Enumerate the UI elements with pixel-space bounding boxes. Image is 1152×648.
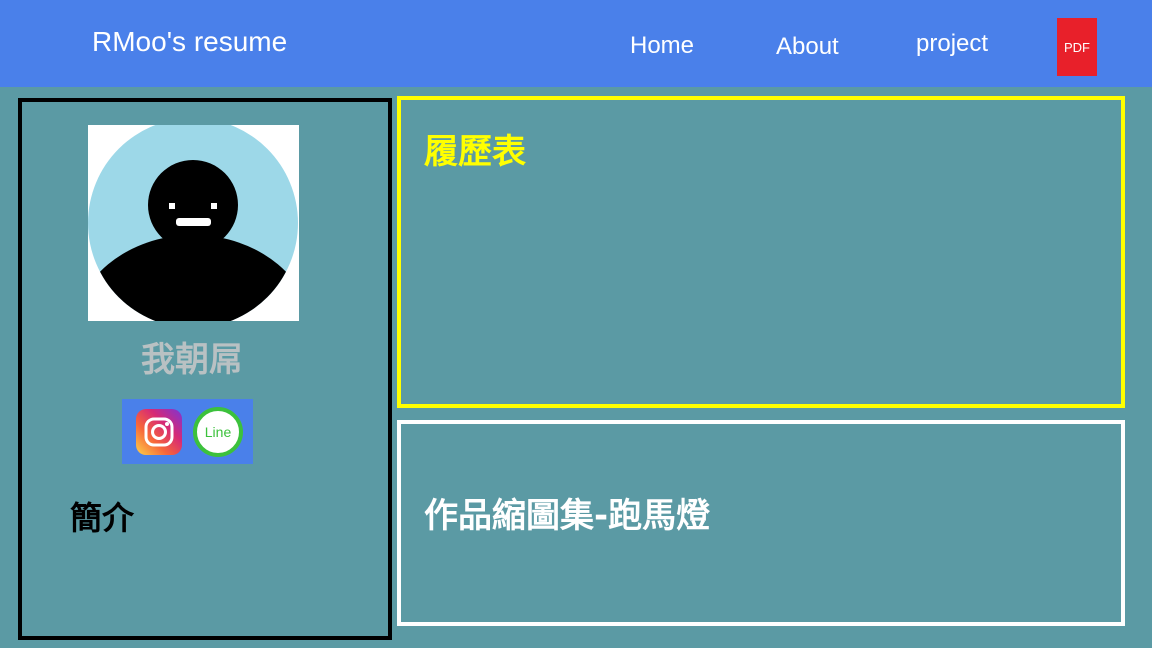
top-navbar: RMoo's resume Home About project PDF	[0, 0, 1152, 87]
pdf-download-button[interactable]: PDF	[1057, 18, 1097, 76]
works-title: 作品縮圖集-跑馬燈	[424, 496, 711, 536]
avatar-illustration	[88, 125, 298, 328]
intro-heading: 簡介	[70, 499, 135, 537]
nav-about-link[interactable]: About	[776, 32, 839, 62]
profile-name: 我朝屌	[141, 340, 243, 380]
line-icon-label: Line	[205, 424, 232, 440]
nav-project-link[interactable]: project	[916, 29, 988, 59]
resume-title: 履歷表	[424, 132, 526, 172]
site-brand[interactable]: RMoo's resume	[92, 24, 287, 60]
pdf-icon-label: PDF	[1064, 39, 1090, 55]
instagram-icon[interactable]	[136, 409, 182, 455]
nav-home-link[interactable]: Home	[630, 31, 694, 61]
line-icon[interactable]: Line	[193, 407, 243, 457]
avatar	[88, 125, 299, 328]
